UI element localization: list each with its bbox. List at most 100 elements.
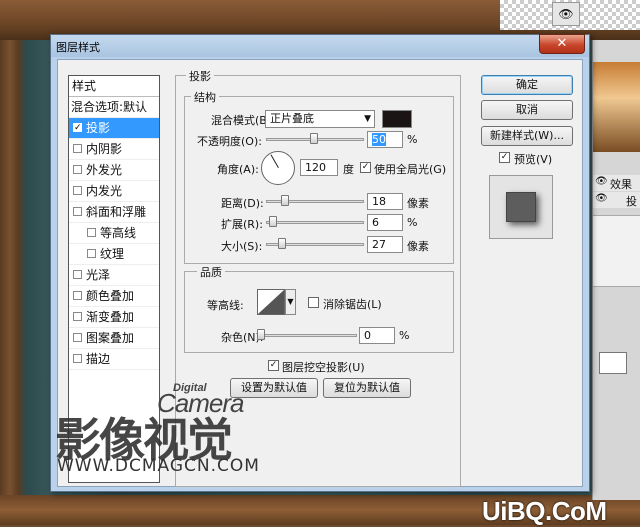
preview-checkbox[interactable]: ✓ [499, 152, 510, 163]
style-item[interactable]: 图案叠加 [69, 328, 159, 349]
histogram-icon[interactable] [599, 352, 627, 374]
style-item-checkbox[interactable] [87, 228, 96, 237]
contour-label: 等高线: [207, 299, 244, 312]
opacity-input[interactable]: 50 [367, 131, 403, 148]
spread-slider-track[interactable] [266, 221, 364, 224]
quality-section: 品质 等高线: ▼ 消除锯齿(L) 杂色(N): 0 % [184, 264, 454, 353]
style-item[interactable]: 纹理 [69, 244, 159, 265]
structure-section: 结构 混合模式(B): 正片叠底 ▼ 不透明度(O): 50 % 角度(A): … [184, 89, 454, 264]
chevron-down-icon: ▼ [364, 114, 371, 124]
contour-dropdown-button[interactable]: ▼ [285, 289, 296, 315]
style-item-checkbox[interactable] [87, 249, 96, 258]
spread-input[interactable]: 6 [367, 214, 403, 231]
checkmark-icon: ✓ [500, 152, 509, 162]
drop-shadow-title: 投影 [186, 68, 214, 84]
style-item[interactable]: 混合选项:默认 [69, 97, 159, 118]
layer-effects-row[interactable]: 👁 效果 [593, 175, 640, 191]
preview-thumbnail [489, 175, 553, 239]
style-item[interactable]: 描边 [69, 349, 159, 370]
blend-mode-select[interactable]: 正片叠底 ▼ [265, 110, 375, 128]
style-item-label: 图案叠加 [86, 331, 135, 345]
style-item-label: 等高线 [100, 226, 137, 240]
size-slider-thumb[interactable] [278, 238, 286, 249]
watermark: Digital Camera 影像视觉 WWW.DCMAGCN.COM [55, 378, 275, 498]
style-item[interactable]: 内阴影 [69, 139, 159, 160]
site-logo: UiBQ.CoM [482, 496, 607, 526]
style-item-label: 纹理 [100, 247, 125, 261]
global-light-label: 使用全局光(G) [374, 163, 447, 176]
shadow-color-swatch[interactable] [382, 110, 412, 128]
style-item-checkbox[interactable] [73, 333, 82, 342]
noise-slider-thumb[interactable] [257, 329, 265, 340]
style-item-checkbox[interactable] [73, 291, 82, 300]
style-item-checkbox[interactable] [73, 186, 82, 195]
spread-slider-thumb[interactable] [269, 216, 277, 227]
spread-value: 6 [372, 216, 379, 229]
style-item-label: 颜色叠加 [86, 289, 135, 303]
dialog-title-bar[interactable]: 图层样式 ✕ [51, 34, 589, 57]
chevron-down-icon: ▼ [287, 297, 294, 306]
style-item[interactable]: 斜面和浮雕 [69, 202, 159, 223]
angle-dial[interactable] [261, 151, 295, 185]
effects-eye-icon[interactable]: 👁 [595, 176, 608, 187]
style-item-checkbox[interactable] [73, 312, 82, 321]
reset-default-button[interactable]: 复位为默认值 [323, 378, 411, 398]
knockout-label: 图层挖空投影(U) [282, 361, 365, 374]
dialog-title: 图层样式 [56, 41, 100, 54]
quality-title: 品质 [197, 264, 225, 280]
new-style-button[interactable]: 新建样式(W)... [481, 126, 573, 146]
style-item-label: 斜面和浮雕 [86, 205, 147, 219]
spread-label: 扩展(R): [221, 218, 263, 231]
ok-button[interactable]: 确定 [481, 75, 573, 95]
style-item[interactable]: 渐变叠加 [69, 307, 159, 328]
style-item-label: 外发光 [86, 163, 123, 177]
style-item[interactable]: 光泽 [69, 265, 159, 286]
distance-slider-thumb[interactable] [281, 195, 289, 206]
style-item-checkbox[interactable] [73, 207, 82, 216]
distance-value: 18 [372, 195, 386, 208]
shadow-eye-icon[interactable]: 👁 [595, 193, 608, 204]
close-button[interactable]: ✕ [539, 34, 585, 54]
layer-row[interactable] [593, 215, 640, 287]
anti-alias-label: 消除锯齿(L) [323, 298, 382, 311]
noise-slider-track[interactable] [257, 334, 357, 337]
style-list-header[interactable]: 样式 [69, 76, 159, 97]
style-item-checkbox[interactable] [73, 144, 82, 153]
cancel-button[interactable]: 取消 [481, 100, 573, 120]
angle-dial-hand [270, 154, 279, 168]
style-item-label: 光泽 [86, 268, 111, 282]
style-item[interactable]: 外发光 [69, 160, 159, 181]
layer-visibility-eye-icon[interactable]: 👁 [552, 2, 580, 26]
watermark-url: WWW.DCMAGCN.COM [57, 456, 260, 476]
structure-title: 结构 [191, 89, 219, 105]
style-item[interactable]: 内发光 [69, 181, 159, 202]
distance-input[interactable]: 18 [367, 193, 403, 210]
contour-picker[interactable] [257, 289, 285, 315]
size-unit: 像素 [407, 240, 429, 253]
style-item[interactable]: 等高线 [69, 223, 159, 244]
blend-mode-value: 正片叠底 [270, 112, 314, 125]
layer-shadow-row[interactable]: 👁 投 [593, 192, 640, 208]
shadow-effect-label: 投 [626, 195, 637, 208]
opacity-slider-thumb[interactable] [310, 133, 318, 144]
noise-value: 0 [364, 329, 371, 342]
style-item-checkbox[interactable] [73, 354, 82, 363]
opacity-value: 50 [372, 133, 386, 146]
distance-label: 距离(D): [221, 197, 264, 210]
style-item[interactable]: 颜色叠加 [69, 286, 159, 307]
style-item-checkbox[interactable] [73, 165, 82, 174]
anti-alias-checkbox[interactable] [308, 297, 319, 308]
layer-thumbnail[interactable] [593, 62, 640, 152]
style-item-checkbox[interactable] [73, 270, 82, 279]
size-value: 27 [372, 238, 386, 251]
style-item-label: 混合选项:默认 [71, 100, 148, 114]
global-light-checkbox[interactable]: ✓ [360, 162, 371, 173]
contour-shape-icon [258, 290, 284, 314]
style-item[interactable]: ✓ 投影 [69, 118, 159, 139]
noise-input[interactable]: 0 [359, 327, 395, 344]
size-input[interactable]: 27 [367, 236, 403, 253]
preview-shape [506, 192, 536, 222]
knockout-checkbox[interactable]: ✓ [268, 360, 279, 371]
angle-input[interactable]: 120 [300, 159, 338, 176]
style-item-checkbox[interactable]: ✓ [73, 123, 82, 133]
